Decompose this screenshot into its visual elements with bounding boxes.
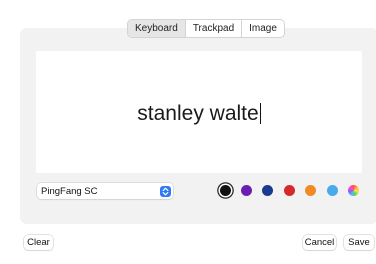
text-caret (259, 103, 261, 124)
save-button[interactable]: Save (344, 235, 374, 250)
clear-button[interactable]: Clear (24, 235, 53, 250)
cancel-button[interactable]: Cancel (303, 235, 336, 250)
tab-keyboard[interactable]: Keyboard (128, 20, 185, 37)
color-wheel-icon[interactable] (348, 185, 359, 196)
chevron-updown-icon (160, 185, 171, 197)
signature-text: stanley walte (137, 102, 259, 125)
input-mode-tabs: Keyboard Trackpad Image (127, 19, 285, 38)
signature-text-field[interactable]: stanley walte (36, 101, 362, 127)
color-swatch-light-blue[interactable] (327, 185, 338, 196)
signature-canvas[interactable]: stanley walte (36, 51, 362, 173)
font-select[interactable]: PingFang SC (37, 183, 173, 199)
color-swatch-orange[interactable] (305, 185, 316, 196)
color-swatch-navy[interactable] (262, 185, 273, 196)
tab-image[interactable]: Image (241, 20, 284, 37)
font-select-value: PingFang SC (41, 185, 98, 197)
tab-trackpad[interactable]: Trackpad (184, 20, 241, 37)
color-swatch-purple[interactable] (241, 185, 252, 196)
color-swatch-black[interactable] (220, 185, 231, 196)
signature-sheet: Keyboard Trackpad Image stanley walte Pi… (0, 0, 376, 264)
color-swatch-red[interactable] (284, 185, 295, 196)
